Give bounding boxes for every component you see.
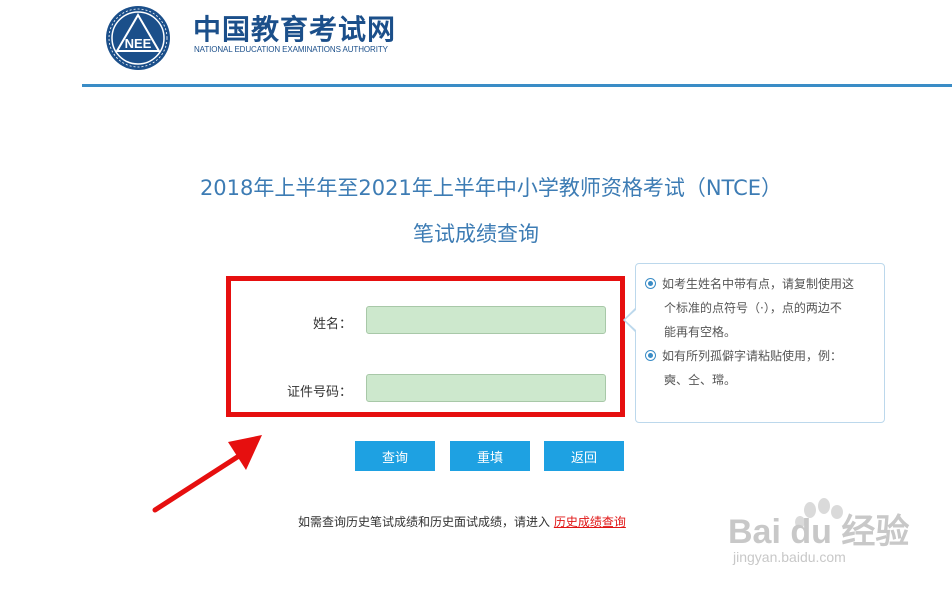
id-number-label: 证件号码： [286, 385, 352, 400]
page-title: 2018年上半年至2021年上半年中小学教师资格考试（NTCE） [199, 176, 783, 200]
page-subtitle: 笔试成绩查询 [413, 222, 539, 246]
back-button[interactable]: 返回 [544, 441, 624, 471]
tip-pointer-inner [625, 310, 636, 330]
radio-bullet-icon [645, 278, 656, 289]
tip-item-dot: 如考生姓名中带有点，请复制使用这 个标准的点符号（·），点的两边不 能再有空格。 [645, 272, 877, 344]
history-hint: 如需查询历史笔试成绩和历史面试成绩，请进入 历史成绩查询 [298, 513, 626, 530]
name-label: 姓名： [312, 317, 352, 332]
id-number-input[interactable] [366, 374, 606, 402]
nee-logo-icon: NEE [106, 6, 170, 70]
radio-bullet-icon [645, 350, 656, 361]
history-hint-text: 如需查询历史笔试成绩和历史面试成绩，请进入 [298, 515, 551, 529]
annotation-arrow-icon [152, 435, 262, 513]
baidu-watermark-text: Bai du 经验 [728, 513, 910, 551]
tip1-line1: 如考生姓名中带有点，请复制使用这 [662, 277, 855, 291]
tip-item-rare-chars: 如有所列孤僻字请粘贴使用，例： 奭、仝、瑺。 [645, 344, 877, 392]
reset-button[interactable]: 重填 [450, 441, 530, 471]
site-title: 中国教育考试网 [193, 13, 397, 46]
baidu-watermark-url: jingyan.baidu.com [733, 549, 846, 565]
site-subtitle: NATIONAL EDUCATION EXAMINATIONS AUTHORIT… [194, 45, 388, 54]
tip1-line2: 个标准的点符号（·），点的两边不 [664, 301, 842, 315]
name-input[interactable] [366, 306, 606, 334]
page: NEE 中国教育考试网 NATIONAL EDUCATION EXAMINATI… [0, 0, 952, 593]
tip1-line3: 能再有空格。 [664, 325, 737, 339]
tip2-line2: 奭、仝、瑺。 [664, 373, 737, 387]
history-scores-link[interactable]: 历史成绩查询 [554, 515, 626, 529]
header-divider [82, 84, 952, 87]
query-button[interactable]: 查询 [355, 441, 435, 471]
logo-badge-text: NEE [125, 36, 152, 51]
tip2-line1: 如有所列孤僻字请粘贴使用，例： [662, 349, 843, 363]
